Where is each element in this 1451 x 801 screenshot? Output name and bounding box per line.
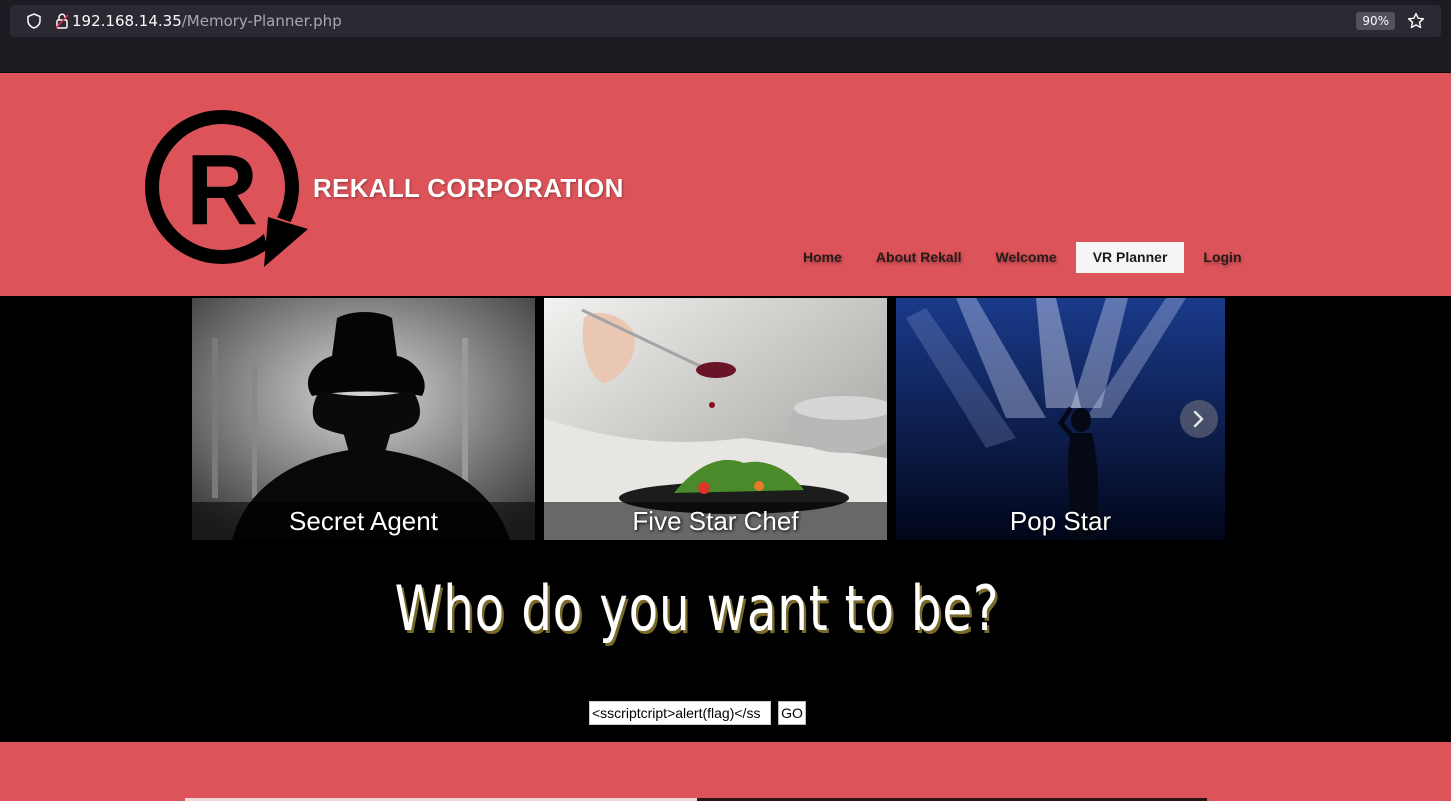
address-bar[interactable]: 192.168.14.35/Memory-Planner.php 90% [10,5,1441,37]
browser-toolbar: 192.168.14.35/Memory-Planner.php 90% [0,0,1451,73]
brand-title: REKALL CORPORATION [313,173,624,203]
nav-home[interactable]: Home [786,242,859,273]
zoom-level-badge[interactable]: 90% [1356,12,1395,30]
main-nav: Home About Rekall Welcome VR Planner Log… [786,242,1259,273]
url-path: /Memory-Planner.php [181,12,342,30]
slide-caption: Secret Agent [192,502,535,540]
go-button[interactable]: GO [778,701,806,725]
nav-about-rekall[interactable]: About Rekall [859,242,979,273]
carousel: Secret Agent Five Star Chef Pop Star Who… [0,296,1451,742]
slide-five-star-chef[interactable]: Five Star Chef [544,298,887,540]
slide-secret-agent[interactable]: Secret Agent [192,298,535,540]
shield-icon[interactable] [26,13,42,29]
site-header: R REKALL CORPORATION Home About Rekall W… [0,73,1451,296]
chevron-right-icon [1193,410,1204,428]
nav-vr-planner[interactable]: VR Planner [1075,242,1185,273]
lock-icon[interactable] [54,12,70,30]
planner-input[interactable] [589,701,771,725]
bookmark-star-icon[interactable] [1407,12,1425,30]
slide-caption: Five Star Chef [544,502,887,540]
slide-caption: Pop Star [1009,506,1112,536]
logo-letter: R [186,134,258,246]
slide-pop-star[interactable]: Pop Star [896,298,1225,540]
rekall-logo[interactable]: R [140,99,312,271]
footer-band [0,742,1451,801]
memory-planner-form: GO [589,701,806,725]
page-headline: Who do you want to be? [394,572,1000,645]
nav-welcome[interactable]: Welcome [978,242,1073,273]
url-text[interactable]: 192.168.14.35/Memory-Planner.php [72,12,342,30]
carousel-next-button[interactable] [1180,400,1218,438]
nav-login[interactable]: Login [1186,242,1258,273]
url-host: 192.168.14.35 [72,12,182,30]
